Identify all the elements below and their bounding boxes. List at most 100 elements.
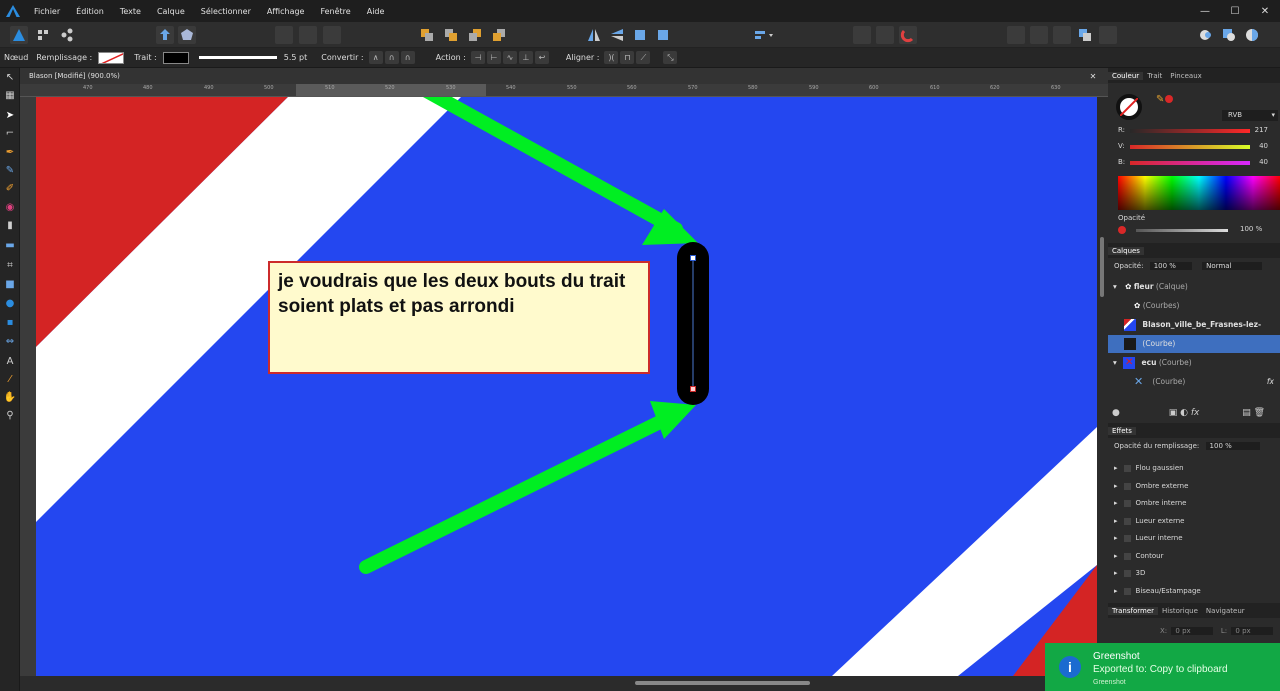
effect-row[interactable]: ▸ Ombre externe bbox=[1114, 478, 1280, 495]
color-spectrum[interactable] bbox=[1118, 176, 1280, 210]
align-nodes-diagonal-icon[interactable]: ⟋ bbox=[636, 51, 651, 64]
close-icon[interactable]: ✕ bbox=[1250, 0, 1280, 22]
maximize-icon[interactable]: ☐ bbox=[1220, 0, 1250, 22]
blend-mode-select[interactable]: Normal bbox=[1202, 262, 1262, 270]
menu-fenetre[interactable]: Fenêtre bbox=[312, 7, 358, 16]
boolean-intersect-icon[interactable] bbox=[1053, 26, 1071, 44]
ellipse-tool-icon[interactable]: ● bbox=[3, 297, 17, 311]
end-node-handle[interactable] bbox=[690, 386, 696, 392]
place-image-icon[interactable]: ▬ bbox=[3, 239, 17, 253]
blue-slider[interactable] bbox=[1130, 161, 1250, 165]
b-value[interactable]: 40 bbox=[1259, 158, 1268, 166]
eyedropper-icon[interactable]: ✎ bbox=[1156, 94, 1164, 105]
tab-navigateur[interactable]: Navigateur bbox=[1202, 607, 1249, 615]
insert-top-icon[interactable] bbox=[1243, 26, 1261, 44]
reverse-curve-icon[interactable]: ↩ bbox=[534, 51, 549, 64]
r-value[interactable]: 217 bbox=[1255, 126, 1268, 134]
new-layer-icon[interactable]: ▤ bbox=[1242, 408, 1251, 418]
grid-icon[interactable] bbox=[853, 26, 871, 44]
convert-smart-icon[interactable]: ∩ bbox=[400, 51, 415, 64]
effect-row[interactable]: ▸ Flou gaussien bbox=[1114, 460, 1280, 477]
layer-row-courbe-selected[interactable]: (Courbe) bbox=[1108, 335, 1280, 353]
close-curve-icon[interactable]: ⊢ bbox=[486, 51, 501, 64]
tab-calques[interactable]: Calques bbox=[1108, 246, 1144, 255]
tab-couleur[interactable]: Couleur bbox=[1108, 71, 1144, 80]
tab-transformer[interactable]: Transformer bbox=[1108, 606, 1159, 615]
tab-pinceaux[interactable]: Pinceaux bbox=[1166, 72, 1205, 80]
opacity-slider[interactable] bbox=[1136, 229, 1228, 232]
flip-vertical-icon[interactable] bbox=[608, 26, 626, 44]
menu-affichage[interactable]: Affichage bbox=[259, 7, 313, 16]
menu-calque[interactable]: Calque bbox=[149, 7, 193, 16]
pencil-tool-icon[interactable]: ✎ bbox=[3, 164, 17, 178]
arrange-backward-icon[interactable] bbox=[442, 26, 460, 44]
snap-mode-icon[interactable] bbox=[299, 26, 317, 44]
export-persona-icon[interactable] bbox=[58, 26, 76, 44]
crop-tool-icon[interactable]: ⌗ bbox=[3, 259, 17, 273]
move-tool-icon[interactable]: ↖ bbox=[3, 71, 17, 85]
flip-horizontal-icon[interactable] bbox=[585, 26, 603, 44]
hand-tool-icon[interactable]: ✋ bbox=[3, 391, 17, 405]
menu-aide[interactable]: Aide bbox=[359, 7, 393, 16]
stroke-width-value[interactable]: 5.5 pt bbox=[280, 53, 311, 62]
layers-menu-icon[interactable]: ● bbox=[1112, 408, 1120, 418]
menu-texte[interactable]: Texte bbox=[112, 7, 149, 16]
effect-row[interactable]: ▸ Lueur interne bbox=[1114, 530, 1280, 547]
effect-row[interactable]: ▸ Biseau/Estampage bbox=[1114, 583, 1280, 600]
layer-row-blason[interactable]: Blason_ville_be_Frasnes-lez-Anv... bbox=[1108, 316, 1280, 347]
insert-inside-icon[interactable] bbox=[1197, 26, 1215, 44]
designer-persona-icon[interactable] bbox=[10, 26, 28, 44]
tab-trait[interactable]: Trait bbox=[1143, 72, 1166, 80]
text-tool-icon[interactable]: A bbox=[3, 355, 17, 369]
boolean-divide-icon[interactable] bbox=[1099, 26, 1117, 44]
convert-sharp-icon[interactable]: ∧ bbox=[368, 51, 383, 64]
horizontal-scrollbar[interactable] bbox=[20, 676, 1108, 691]
green-slider[interactable] bbox=[1130, 145, 1250, 149]
effect-row[interactable]: ▸ Lueur externe bbox=[1114, 513, 1280, 530]
arrange-forward-icon[interactable] bbox=[466, 26, 484, 44]
view-mode-icon[interactable] bbox=[275, 26, 293, 44]
document-tab[interactable]: Blason [Modifié] (900.0%) bbox=[20, 68, 1108, 84]
insert-behind-icon[interactable] bbox=[1220, 26, 1238, 44]
fill-opacity-value[interactable]: 100 % bbox=[1205, 442, 1260, 450]
rounded-rect-tool-icon[interactable]: ▪ bbox=[3, 316, 17, 330]
delete-layer-icon[interactable]: 🗑 bbox=[1254, 408, 1265, 418]
l-field[interactable]: 0 px bbox=[1231, 627, 1273, 635]
layer-row-courbes[interactable]: ✿ (Courbes) bbox=[1108, 297, 1280, 315]
fx-add-icon[interactable]: fx bbox=[1191, 408, 1200, 418]
transform-mode-icon[interactable]: ⤡ bbox=[663, 51, 678, 64]
boolean-subtract-icon[interactable] bbox=[1030, 26, 1048, 44]
opacity-value[interactable]: 100 % bbox=[1240, 225, 1262, 233]
rectangle-tool-icon[interactable]: ■ bbox=[3, 278, 17, 292]
rotate-left-icon[interactable] bbox=[631, 26, 649, 44]
start-node-handle[interactable] bbox=[690, 255, 696, 261]
artboard-tool-icon[interactable]: ▦ bbox=[3, 89, 17, 103]
adjustment-icon[interactable]: ◐ bbox=[1180, 408, 1188, 418]
pen-tool-icon[interactable]: ✒ bbox=[3, 146, 17, 160]
align-nodes-horizontal-icon[interactable]: )( bbox=[604, 51, 619, 64]
boolean-xor-icon[interactable] bbox=[1076, 26, 1094, 44]
pixel-persona-icon[interactable] bbox=[34, 26, 52, 44]
snapping-magnet-icon[interactable] bbox=[899, 26, 917, 44]
x-field[interactable]: 0 px bbox=[1171, 627, 1213, 635]
fill-tool-icon[interactable]: ◉ bbox=[3, 201, 17, 215]
join-curves-icon[interactable]: ⊥ bbox=[518, 51, 533, 64]
menu-selectionner[interactable]: Sélectionner bbox=[193, 7, 259, 16]
color-picker-icon[interactable]: ⁄ bbox=[3, 373, 17, 387]
alignment-menu-icon[interactable] bbox=[752, 26, 773, 44]
document-canvas[interactable]: je voudrais que les deux bouts du trait … bbox=[36, 97, 1097, 676]
effect-row[interactable]: ▸ Ombre interne bbox=[1114, 495, 1280, 512]
smooth-curve-icon[interactable]: ∿ bbox=[502, 51, 517, 64]
layer-row-ecu[interactable]: ▾ ✕ ecu (Courbe) bbox=[1108, 354, 1280, 372]
color-model-select[interactable]: RVB ▾ bbox=[1222, 110, 1278, 121]
layer-opacity-value[interactable]: 100 % bbox=[1149, 262, 1192, 270]
red-slider[interactable] bbox=[1130, 129, 1250, 133]
stroke-swatch[interactable] bbox=[162, 51, 189, 64]
break-curve-icon[interactable]: ⊣ bbox=[470, 51, 485, 64]
fill-swatch[interactable] bbox=[98, 51, 125, 64]
tab-historique[interactable]: Historique bbox=[1158, 607, 1202, 615]
close-document-icon[interactable]: ✕ bbox=[1085, 68, 1101, 84]
menu-fichier[interactable]: Fichier bbox=[26, 7, 68, 16]
arrange-front-icon[interactable] bbox=[490, 26, 508, 44]
layer-row-fleur[interactable]: ▾ ✿ fleur (Calque) bbox=[1108, 278, 1280, 296]
